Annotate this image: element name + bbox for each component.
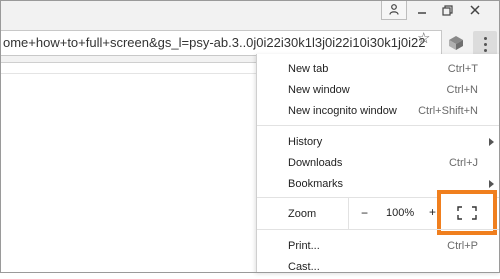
close-icon [470,5,480,15]
menu-item-new-window[interactable]: New window Ctrl+N [257,80,500,102]
restore-button[interactable] [435,0,459,20]
minimize-icon [418,12,426,14]
address-bar[interactable]: ome+how+to+full+screen&gs_l=psy-ab.3..0j… [0,30,442,56]
menu-separator [257,229,500,230]
menu-separator [257,125,500,126]
menu-dot [483,42,487,46]
menu-item-shortcut: Ctrl+P [447,240,478,252]
zoom-controls: − 100% + [348,197,450,229]
menu-item-cast[interactable]: Cast... [257,257,500,279]
menu-item-label: Cast... [288,261,320,273]
star-icon[interactable]: ☆ [417,29,430,47]
zoom-in-button[interactable]: + [429,205,436,219]
close-button[interactable] [460,0,490,20]
menu-dot [483,48,487,52]
submenu-arrow-icon [489,138,494,146]
menu-item-label: New window [288,84,350,96]
zoom-out-button[interactable]: − [361,206,368,220]
menu-item-new-tab[interactable]: New tab Ctrl+T [257,59,500,81]
menu-item-label: Downloads [288,157,343,169]
user-profile-button[interactable] [381,0,407,20]
maximize-icon [441,4,453,16]
menu-item-print[interactable]: Print... Ctrl+P [257,236,500,258]
menu-item-shortcut: Ctrl+T [447,63,478,75]
menu-item-shortcut: Ctrl+Shift+N [418,105,478,117]
extension-icon[interactable] [448,35,464,51]
browser-menu: New tab Ctrl+T New window Ctrl+N New inc… [256,54,500,273]
zoom-label: Zoom [288,208,317,220]
user-icon [389,4,399,15]
menu-item-label: New tab [288,63,329,75]
menu-item-history[interactable]: History [257,132,500,154]
title-bar [0,0,500,24]
menu-item-shortcut: Ctrl+J [448,157,478,169]
menu-item-label: New incognito window [288,105,397,117]
minimize-button[interactable] [410,0,434,20]
menu-item-label: Bookmarks [288,178,344,190]
page-content [0,63,256,74]
submenu-arrow-icon [489,180,494,188]
menu-item-label: Print... [288,240,320,252]
zoom-row: Zoom − 100% + [257,190,500,235]
menu-item-shortcut: Ctrl+N [446,84,478,96]
zoom-level: 100% [386,207,415,219]
menu-item-new-incognito[interactable]: New incognito window Ctrl+Shift+N [257,101,500,123]
menu-item-downloads[interactable]: Downloads Ctrl+J [257,153,500,175]
fullscreen-icon [457,206,477,220]
menu-dot [483,36,487,40]
menu-item-label: History [288,136,323,148]
